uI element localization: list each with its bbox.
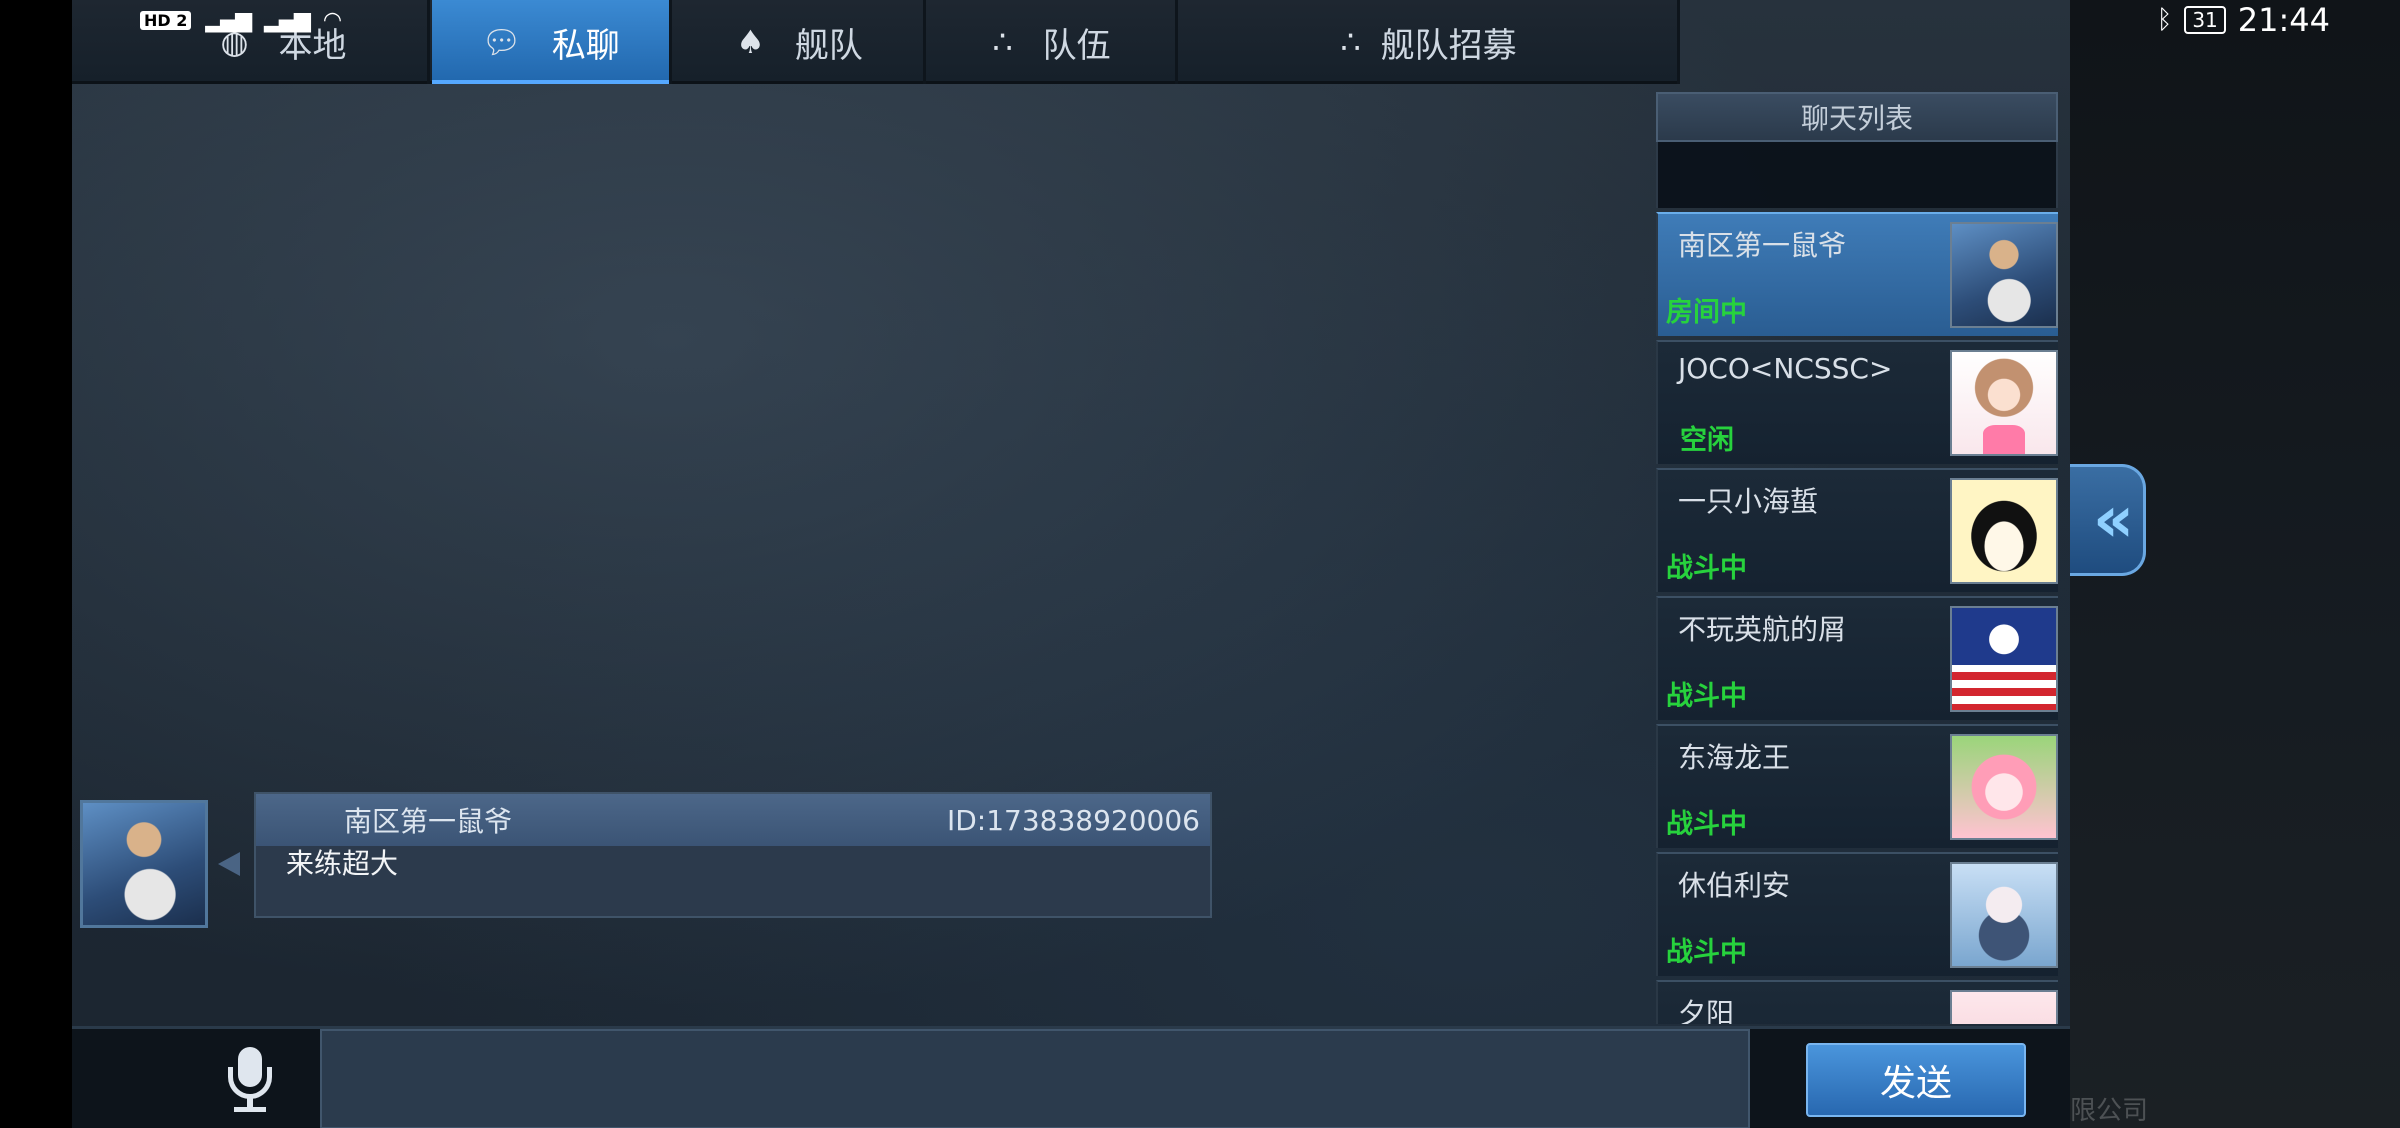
pink-hair-avatar [1950,734,2058,840]
chat-list-item[interactable]: 不玩英航的屑 战斗中 [1656,596,2058,720]
battery-indicator: 31 [2184,6,2226,34]
signal-icon: ▂▄▆ [205,7,252,33]
double-chevron-left-icon: « [2092,483,2135,557]
clock: 21:44 [2237,1,2330,39]
penguin-avatar [1950,478,2058,584]
tab-team[interactable]: ∴ 队伍 [928,0,1178,84]
signal-icon: ▂▄▆ [264,7,311,33]
message-sender-name: 南区第一鼠爷 [344,805,513,838]
anime-girl-avatar [1950,350,2058,456]
chat-list-item[interactable]: 一只小海蜇 战斗中 [1656,468,2058,592]
tab-label: 舰队招募 [1380,25,1517,66]
contact-name: 一只小海蜇 [1678,485,1819,518]
contact-name: 东海龙王 [1678,741,1791,774]
chat-list-title: 聊天列表 [1656,92,2058,142]
chat-bubbles-icon: 💬︎ [481,23,522,61]
partial-avatar [1950,990,2058,1024]
chat-list-item[interactable]: 夕阳 [1656,980,2058,1024]
faint-company-text: 限公司 [2070,1096,2149,1126]
status-bar-left: HD 2 ▂▄▆ ▂▄▆ ◠ [140,0,342,40]
dots-icon: ∴ [1340,23,1361,61]
dots-icon: ∴ [992,23,1013,61]
tab-fleet[interactable]: ♠ 舰队 [676,0,926,84]
left-letterbox [0,0,72,1128]
contact-name: JOCO<NCSSC> [1678,352,1893,385]
contact-status: 战斗中 [1666,937,1747,968]
message-text: 来练超大 [286,847,399,880]
chat-list-item[interactable]: 南区第一鼠爷 房间中 [1656,212,2058,336]
message-sender-id: ID:173838920006 [946,803,1200,837]
chat-list-spacer [1656,142,2058,208]
chat-list-item[interactable]: 东海龙王 战斗中 [1656,724,2058,848]
message-header: 南区第一鼠爷 ID:173838920006 [256,794,1210,846]
contact-name: 夕阳 [1678,997,1735,1024]
contact-name: 休伯利安 [1678,869,1791,902]
contact-status: 空闲 [1680,425,1734,456]
chat-list-item[interactable]: 休伯利安 战斗中 [1656,852,2058,976]
eagle-flag-avatar [1950,606,2058,712]
status-bar-right: ᛒ 31 21:44 [2157,0,2330,40]
send-button[interactable]: 发送 [1806,1043,2026,1117]
wifi-icon: ◠ [322,7,342,33]
collapse-panel-button[interactable]: « [2070,464,2146,576]
contact-name: 不玩英航的屑 [1678,613,1847,646]
contact-status: 房间中 [1666,297,1747,328]
tab-private-chat[interactable]: 💬︎ 私聊 [432,0,672,84]
tab-label: 队伍 [1042,25,1111,66]
warrior-avatar [1950,222,2058,328]
app-root: 风力 公告 ◍ 本地 💬︎ 私聊 ♠ 舰队 ∴ 队伍 ∴ 舰队招募 HD 2 ▂… [0,0,2400,1128]
contact-status: 战斗中 [1666,809,1747,840]
contact-status: 战斗中 [1666,553,1747,584]
message-input[interactable] [320,1029,1750,1128]
white-hair-avatar [1950,862,2058,968]
message-bubble: 南区第一鼠爷 ID:173838920006 来练超大 [254,792,1212,918]
chat-list-panel: 聊天列表 南区第一鼠爷 房间中 JOCO<NCSSC> 空闲 一只小海蜇 战斗中… [1656,92,2058,1024]
hd-indicator: HD 2 [140,10,192,30]
microphone-icon[interactable] [220,1047,280,1113]
input-bar: 发送 [72,1026,2070,1128]
tab-label: 私聊 [551,25,620,66]
tab-fleet-recruit[interactable]: ∴ 舰队招募 [1180,0,1680,84]
cards-icon: ♠ [736,23,765,61]
message-sender-avatar[interactable] [80,800,208,928]
contact-name: 南区第一鼠爷 [1678,229,1847,262]
bubble-pointer [218,852,240,876]
bluetooth-icon: ᛒ [2156,5,2173,35]
chat-list-item[interactable]: JOCO<NCSSC> 空闲 [1656,340,2058,464]
tab-label: 舰队 [794,25,863,66]
contact-status: 战斗中 [1666,681,1747,712]
